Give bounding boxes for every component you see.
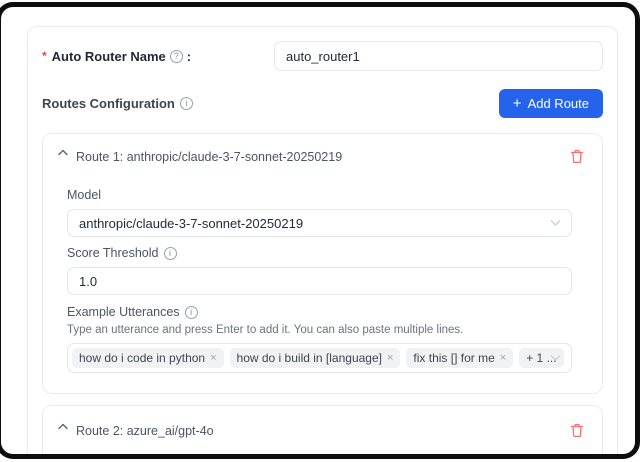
example-utterances-label: Example Utterances i: [67, 305, 572, 319]
auto-router-form-card: * Auto Router Name ? : Routes Configurat…: [27, 26, 618, 459]
route-1-title: Route 1: anthropic/claude-3-7-sonnet-202…: [76, 150, 342, 164]
routes-configuration-label: Routes Configuration i: [42, 96, 193, 111]
auto-router-name-row: * Auto Router Name ? :: [42, 41, 603, 71]
add-route-button[interactable]: + Add Route: [499, 89, 603, 118]
required-asterisk: *: [42, 49, 47, 63]
score-threshold-label-text: Score Threshold: [67, 246, 159, 260]
auto-router-name-input[interactable]: [274, 41, 603, 71]
delete-route-2-button[interactable]: [568, 421, 586, 440]
model-label: Model: [67, 188, 572, 202]
utterance-tag: fix this [] for me ×: [406, 348, 513, 368]
route-1-header[interactable]: Route 1: anthropic/claude-3-7-sonnet-202…: [43, 134, 602, 166]
model-select-value: anthropic/claude-3-7-sonnet-20250219: [79, 216, 303, 231]
chevron-down-icon: [550, 220, 561, 227]
collapse-chevron-up-icon[interactable]: [58, 423, 68, 430]
example-utterances-label-text: Example Utterances: [67, 305, 180, 319]
remove-tag-icon[interactable]: ×: [387, 353, 393, 364]
utterance-tag-text: how do i code in python: [79, 351, 205, 365]
model-select[interactable]: anthropic/claude-3-7-sonnet-20250219: [67, 209, 572, 237]
info-circle-icon[interactable]: i: [185, 306, 198, 319]
route-panel-1: Route 1: anthropic/claude-3-7-sonnet-202…: [42, 133, 603, 394]
chevron-down-icon: [550, 355, 561, 362]
delete-route-1-button[interactable]: [568, 147, 586, 166]
routes-configuration-row: Routes Configuration i + Add Route: [42, 89, 603, 118]
info-circle-icon[interactable]: i: [164, 247, 177, 260]
info-circle-icon[interactable]: i: [180, 97, 193, 110]
plus-icon: +: [513, 96, 522, 111]
utterance-tag-text: how do i build in [language]: [237, 351, 382, 365]
help-circle-icon[interactable]: ?: [170, 50, 183, 63]
label-colon: :: [187, 49, 191, 64]
auto-router-name-label: * Auto Router Name ? :: [42, 49, 274, 64]
utterance-tag: how do i code in python ×: [72, 348, 224, 368]
trash-icon: [570, 423, 584, 438]
score-threshold-label: Score Threshold i: [67, 246, 572, 260]
collapse-chevron-up-icon[interactable]: [58, 149, 68, 156]
utterances-tag-input[interactable]: how do i code in python × how do i build…: [67, 343, 572, 373]
route-panel-2: Route 2: azure_ai/gpt-4o: [42, 405, 603, 459]
route-2-title: Route 2: azure_ai/gpt-4o: [76, 424, 214, 438]
routes-configuration-label-text: Routes Configuration: [42, 96, 175, 111]
score-threshold-input[interactable]: [67, 267, 572, 295]
route-2-header[interactable]: Route 2: azure_ai/gpt-4o: [43, 406, 602, 440]
utterance-tag-text: fix this [] for me: [413, 351, 494, 365]
trash-icon: [570, 149, 584, 164]
remove-tag-icon[interactable]: ×: [500, 353, 506, 364]
add-route-button-label: Add Route: [528, 96, 589, 111]
auto-router-name-label-text: Auto Router Name: [52, 49, 166, 64]
app-window: * Auto Router Name ? : Routes Configurat…: [0, 2, 640, 459]
utterances-helper-text: Type an utterance and press Enter to add…: [67, 324, 572, 336]
route-1-body: Model anthropic/claude-3-7-sonnet-202502…: [43, 188, 602, 393]
model-label-text: Model: [67, 188, 101, 202]
utterance-tag: how do i build in [language] ×: [230, 348, 401, 368]
remove-tag-icon[interactable]: ×: [210, 353, 216, 364]
